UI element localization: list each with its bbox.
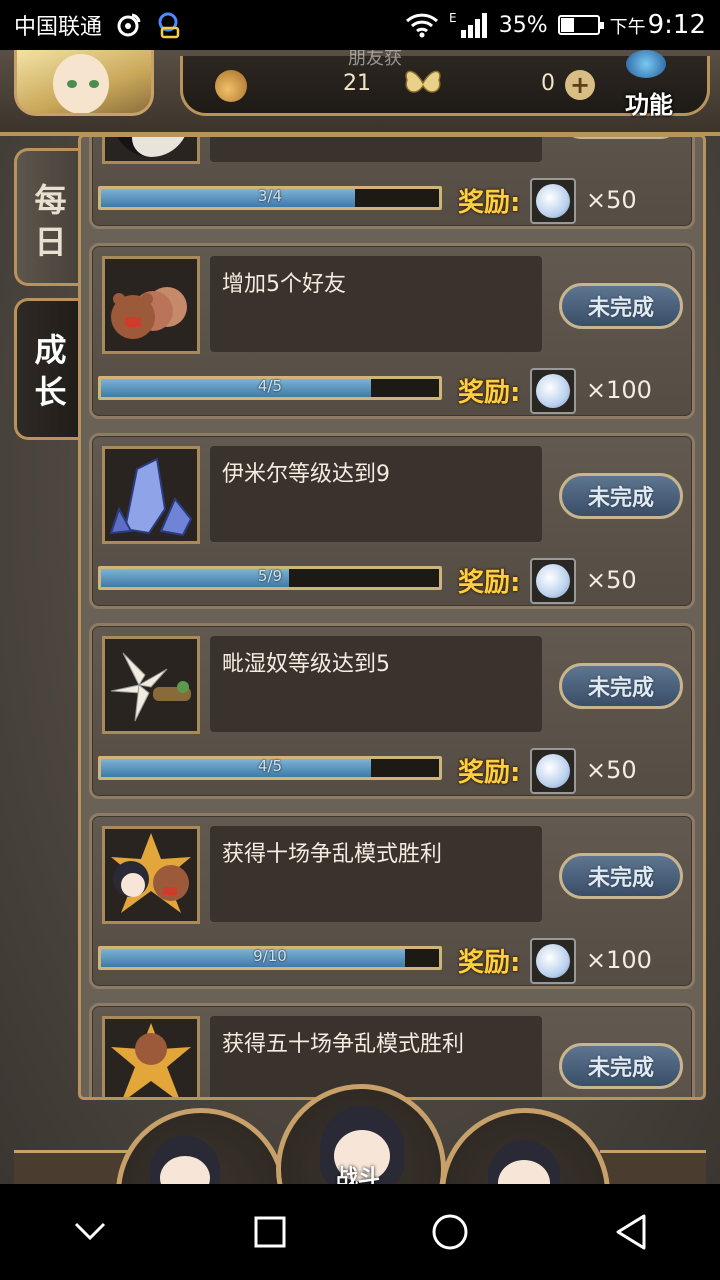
game-screen: 朋友获 21 0 + 功能 每 日 成 长 宅宅等级达到4 未完成 3/4 奖励: ×5… — [0, 50, 720, 1184]
tab-daily-label-1: 每 — [34, 181, 67, 219]
quest-description: 伊米尔等级达到9 — [210, 446, 542, 542]
nav-plate-left[interactable] — [14, 1150, 134, 1184]
gem-value: 0 — [541, 71, 555, 96]
yin-yang-orb-icon — [117, 137, 185, 157]
incomplete-button[interactable]: 未完成 — [559, 473, 683, 519]
top-frame: 朋友获 21 0 + 功能 — [0, 50, 720, 136]
butterfly-icon — [403, 66, 443, 108]
reward-amount: ×100 — [586, 376, 652, 404]
quest-icon — [102, 137, 200, 164]
tab-growth[interactable]: 成 长 — [14, 298, 84, 440]
quest-status: 未完成 — [552, 466, 690, 526]
quest-panel[interactable]: 宅宅等级达到4未完成3/4奖励:×50增加5个好友未完成4/5奖励:×100伊米… — [78, 134, 706, 1100]
player-avatar[interactable] — [14, 50, 154, 116]
incomplete-button[interactable]: 未完成 — [559, 663, 683, 709]
incomplete-button[interactable]: 未完成 — [559, 283, 683, 329]
battle-label: 战斗 — [336, 1166, 381, 1184]
quest-card[interactable]: 宅宅等级达到4 未完成 3/4 奖励: ×50 — [89, 137, 695, 229]
reward-label: 奖励: — [458, 758, 521, 788]
quest-status: 未完成 — [552, 656, 690, 716]
progress-label: 5/9 — [257, 567, 283, 585]
quest-progress-bar: 3/4 — [98, 186, 442, 210]
nav-plate-right[interactable] — [600, 1150, 706, 1184]
blue-orb-reward-icon — [530, 178, 576, 224]
reward-amount: ×100 — [586, 946, 652, 974]
tab-growth-label-2: 长 — [34, 373, 67, 411]
quest-icon — [102, 256, 200, 354]
reward-label: 奖励: — [458, 188, 521, 218]
add-currency-button[interactable]: + — [565, 70, 595, 100]
progress-label: 3/4 — [257, 187, 283, 205]
progress-label: 9/10 — [253, 947, 287, 965]
stamina-drop-icon — [215, 70, 247, 102]
battery-percent: 35% — [498, 12, 548, 38]
incomplete-button[interactable]: 未完成 — [559, 137, 683, 139]
function-button[interactable]: 功能 — [610, 70, 688, 126]
reward-amount: ×50 — [586, 566, 637, 594]
tab-daily-label-2: 日 — [34, 223, 67, 261]
blue-orb-reward-icon — [530, 938, 576, 984]
reward-label: 奖励: — [458, 948, 521, 978]
quest-status: 未完成 — [552, 137, 690, 146]
home-button[interactable] — [410, 1192, 490, 1272]
reward-amount: ×50 — [586, 186, 637, 214]
weibo-icon — [114, 11, 142, 39]
blue-orb-reward-icon — [530, 748, 576, 794]
signal-icon: E — [449, 10, 489, 40]
quest-progress-bar: 9/10 — [98, 946, 442, 970]
quest-card[interactable]: 增加5个好友 未完成 4/5 奖励: ×100 — [89, 243, 695, 419]
bottom-nav: 战斗 — [0, 1060, 720, 1184]
bear-friends-icon — [111, 287, 187, 339]
stamina-value: 21 — [343, 71, 371, 96]
quest-progress-bar: 4/5 — [98, 376, 442, 400]
status-bar: 中国联通 E 35% 下午9:12 — [0, 0, 720, 50]
currency-title: 朋友获 — [348, 50, 402, 69]
quest-status: 未完成 — [552, 846, 690, 906]
progress-label: 4/5 — [257, 757, 283, 775]
blue-orb-reward-icon — [530, 368, 576, 414]
white-flower-icon — [110, 652, 191, 722]
crystal-icon — [109, 457, 193, 537]
svg-text:E: E — [449, 11, 457, 25]
quest-status: 未完成 — [552, 276, 690, 336]
clock: 下午9:12 — [609, 10, 706, 40]
reward-label: 奖励: — [458, 568, 521, 598]
android-nav-bar — [0, 1184, 720, 1280]
quest-list[interactable]: 宅宅等级达到4未完成3/4奖励:×50增加5个好友未完成4/5奖励:×100伊米… — [89, 137, 697, 1097]
quest-description: 毗湿奴等级达到5 — [210, 636, 542, 732]
carrier-name: 中国联通 — [14, 15, 103, 40]
quest-icon — [102, 826, 200, 924]
back-button[interactable] — [590, 1192, 670, 1272]
tab-growth-label-1: 成 — [34, 331, 67, 369]
quest-description: 增加5个好友 — [210, 256, 542, 352]
reward-label: 奖励: — [458, 378, 521, 408]
quest-description: 获得十场争乱模式胜利 — [210, 826, 542, 922]
incomplete-button[interactable]: 未完成 — [559, 853, 683, 899]
wifi-icon — [405, 12, 439, 38]
battery-icon — [557, 15, 604, 35]
reward-amount: ×50 — [586, 756, 637, 784]
quest-card[interactable]: 伊米尔等级达到9 未完成 5/9 奖励: ×50 — [89, 433, 695, 609]
chevron-down-icon — [74, 1222, 106, 1241]
quest-description: 宅宅等级达到4 — [210, 137, 542, 162]
square-icon — [254, 1216, 286, 1248]
chat-notification-icon — [154, 11, 182, 39]
blue-orb-reward-icon — [530, 558, 576, 604]
quest-card[interactable]: 毗湿奴等级达到5 未完成 4/5 奖励: ×50 — [89, 623, 695, 799]
progress-label: 4/5 — [257, 377, 283, 395]
tab-daily[interactable]: 每 日 — [14, 148, 84, 286]
quest-icon — [102, 446, 200, 544]
quest-progress-bar: 5/9 — [98, 566, 442, 590]
quest-icon — [102, 636, 200, 734]
recents-button[interactable] — [230, 1192, 310, 1272]
circle-icon — [432, 1214, 468, 1250]
battle-victory-icon — [111, 833, 191, 913]
quest-progress-bar: 4/5 — [98, 756, 442, 780]
collapse-button[interactable] — [50, 1192, 130, 1272]
quest-card[interactable]: 获得十场争乱模式胜利 未完成 9/10 奖励: ×100 — [89, 813, 695, 989]
triangle-back-icon — [616, 1214, 646, 1250]
